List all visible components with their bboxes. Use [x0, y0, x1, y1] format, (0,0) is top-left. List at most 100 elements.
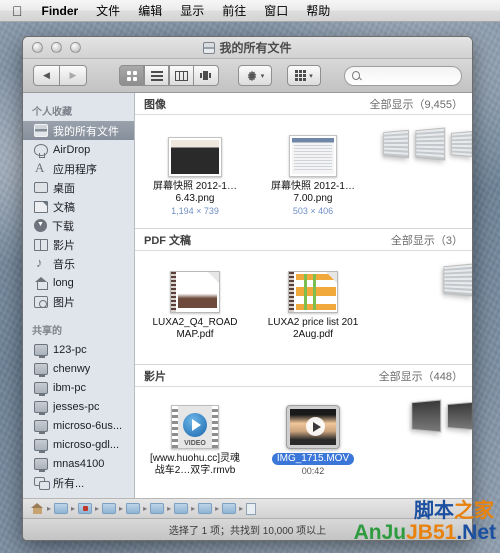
sidebar-item-home[interactable]: long	[23, 273, 134, 292]
file-item[interactable]: LUXA2_Q4_ROADMAP.pdf	[149, 259, 241, 364]
back-button[interactable]: ◀	[33, 65, 60, 86]
file-name: [www.huohu.cc]灵魂战车2…双字.rmvb	[149, 453, 241, 476]
menu-item-go[interactable]: 前往	[213, 2, 255, 20]
sidebar-item-pictures[interactable]: 图片	[23, 292, 134, 311]
menu-bar:  Finder 文件 编辑 显示 前往 窗口 帮助	[0, 0, 500, 22]
sidebar-item-label: jesses-pc	[53, 400, 100, 413]
offscreen-items-preview[interactable]	[408, 399, 472, 433]
sidebar-item-desktop[interactable]: 桌面	[23, 178, 134, 197]
file-item[interactable]: 屏幕快照 2012-1…6.43.png 1,194 × 739	[149, 123, 241, 228]
sidebar-item-downloads[interactable]: 下载	[23, 216, 134, 235]
menu-item-edit[interactable]: 编辑	[129, 2, 171, 20]
action-menu-button[interactable]: ▾	[238, 65, 272, 86]
search-field[interactable]	[344, 65, 462, 86]
sidebar-item-microso-gdl[interactable]: microso-gdl...	[23, 435, 134, 454]
sidebar-item-applications[interactable]: 应用程序	[23, 159, 134, 178]
sidebar-item-label: 123-pc	[53, 343, 87, 356]
search-icon	[352, 71, 361, 80]
file-item-selected[interactable]: IMG_1715.MOV 00:42	[267, 395, 359, 498]
sidebar-item-movies[interactable]: 影片	[23, 235, 134, 254]
file-name: 屏幕快照 2012-1…7.00.png	[271, 181, 355, 204]
file-item[interactable]: LUXA2 price list 2012Aug.pdf	[267, 259, 359, 364]
path-bar[interactable]: ▸ ▸ ▸ ▸ ▸ ▸ ▸ ▸ ▸	[23, 498, 472, 518]
sidebar-item-label: 音乐	[53, 258, 75, 271]
file-item[interactable]: VIDEO [www.huohu.cc]灵魂战车2…双字.rmvb	[149, 395, 241, 498]
show-all-link[interactable]: 全部显示（9,455）	[369, 96, 463, 112]
view-as-coverflow-button[interactable]	[194, 65, 219, 86]
downloads-icon	[34, 219, 47, 232]
sidebar-item-all-my-files[interactable]: 我的所有文件	[23, 121, 134, 140]
sidebar-item-label: 我的所有文件	[53, 125, 119, 138]
chevron-right-icon: ▸	[239, 504, 244, 513]
sidebar-item-ibm-pc[interactable]: ibm-pc	[23, 378, 134, 397]
search-input[interactable]	[364, 69, 454, 82]
view-as-icons-button[interactable]	[119, 65, 144, 86]
file-item[interactable]: 屏幕快照 2012-1…7.00.png 503 × 406	[267, 123, 359, 228]
forward-button[interactable]: ▶	[60, 65, 87, 86]
sidebar-item-123-pc[interactable]: 123-pc	[23, 340, 134, 359]
sidebar-item-label: 所有...	[53, 477, 85, 490]
show-all-link[interactable]: 全部显示（3）	[391, 232, 463, 248]
sidebar: 个人收藏 我的所有文件 AirDrop 应用程序 桌面 文稿	[23, 93, 135, 498]
close-button[interactable]	[32, 42, 43, 53]
section-title: PDF 文稿	[144, 234, 192, 247]
offscreen-items-preview[interactable]	[440, 263, 472, 297]
computer-icon	[34, 457, 48, 472]
sidebar-item-label: 文稿	[53, 201, 75, 214]
folder-icon[interactable]	[102, 503, 117, 514]
menu-item-file[interactable]: 文件	[87, 2, 129, 20]
menu-item-finder[interactable]: Finder	[33, 2, 88, 20]
folder-icon[interactable]	[54, 503, 69, 514]
file-name-container: IMG_1715.MOV	[267, 453, 359, 465]
status-text: 选择了 1 项；共找到 10,000 项以上	[168, 526, 327, 537]
folder-icon[interactable]	[222, 503, 237, 514]
file-browser-content[interactable]: 图像 全部显示（9,455） 屏幕快照 2012-1…6.43.png 1,19…	[135, 93, 472, 498]
section-header: PDF 文稿 全部显示（3）	[135, 229, 472, 251]
home-icon	[34, 276, 48, 290]
sidebar-item-label: 图片	[53, 296, 75, 309]
sidebar-item-mnas4100[interactable]: mnas4100	[23, 454, 134, 473]
show-all-link[interactable]: 全部显示（448）	[379, 368, 463, 384]
chevron-down-icon: ▾	[260, 72, 265, 80]
zoom-button[interactable]	[70, 42, 81, 53]
thumbnail	[149, 259, 241, 313]
view-as-columns-button[interactable]	[169, 65, 194, 86]
folder-icon[interactable]	[174, 503, 189, 514]
sidebar-item-label: long	[53, 276, 74, 289]
content-section-pdf: PDF 文稿 全部显示（3） LUXA2_Q4_ROADMAP.pdf LUXA…	[135, 229, 472, 365]
sidebar-item-music[interactable]: 音乐	[23, 254, 134, 273]
folder-icon[interactable]	[150, 503, 165, 514]
sidebar-item-all-network[interactable]: 所有...	[23, 473, 134, 492]
computer-icon	[34, 400, 48, 415]
content-section-images: 图像 全部显示（9,455） 屏幕快照 2012-1…6.43.png 1,19…	[135, 93, 472, 229]
computer-icon	[34, 343, 48, 358]
sidebar-item-jesses-pc[interactable]: jesses-pc	[23, 397, 134, 416]
folder-icon[interactable]	[198, 503, 213, 514]
section-title: 影片	[144, 370, 166, 383]
window-titlebar[interactable]: 我的所有文件	[23, 37, 472, 59]
sidebar-item-label: microso-6us...	[53, 419, 123, 432]
apple-menu-icon[interactable]: 	[12, 4, 23, 18]
menu-item-help[interactable]: 帮助	[297, 2, 339, 20]
home-folder-icon[interactable]	[31, 503, 44, 514]
all-files-icon	[203, 41, 216, 54]
chevron-right-icon: ▸	[143, 504, 148, 513]
menu-item-window[interactable]: 窗口	[255, 2, 297, 20]
menu-item-view[interactable]: 显示	[171, 2, 213, 20]
sidebar-item-label: 应用程序	[53, 163, 97, 176]
sidebar-item-documents[interactable]: 文稿	[23, 197, 134, 216]
arrange-menu-button[interactable]: ▾	[287, 65, 321, 86]
computer-icon	[34, 381, 48, 396]
folder-icon[interactable]	[126, 503, 141, 514]
chevron-right-icon: ▶	[69, 70, 77, 80]
folder-icon[interactable]	[78, 503, 93, 514]
offscreen-items-preview[interactable]	[380, 127, 472, 161]
sidebar-item-microso-6us[interactable]: microso-6us...	[23, 416, 134, 435]
file-icon[interactable]	[246, 502, 257, 515]
minimize-button[interactable]	[51, 42, 62, 53]
view-as-list-button[interactable]	[144, 65, 169, 86]
section-items: VIDEO [www.huohu.cc]灵魂战车2…双字.rmvb IMG_17…	[135, 387, 472, 498]
sidebar-item-airdrop[interactable]: AirDrop	[23, 140, 134, 159]
sidebar-item-chenwy[interactable]: chenwy	[23, 359, 134, 378]
chevron-right-icon: ▸	[191, 504, 196, 513]
